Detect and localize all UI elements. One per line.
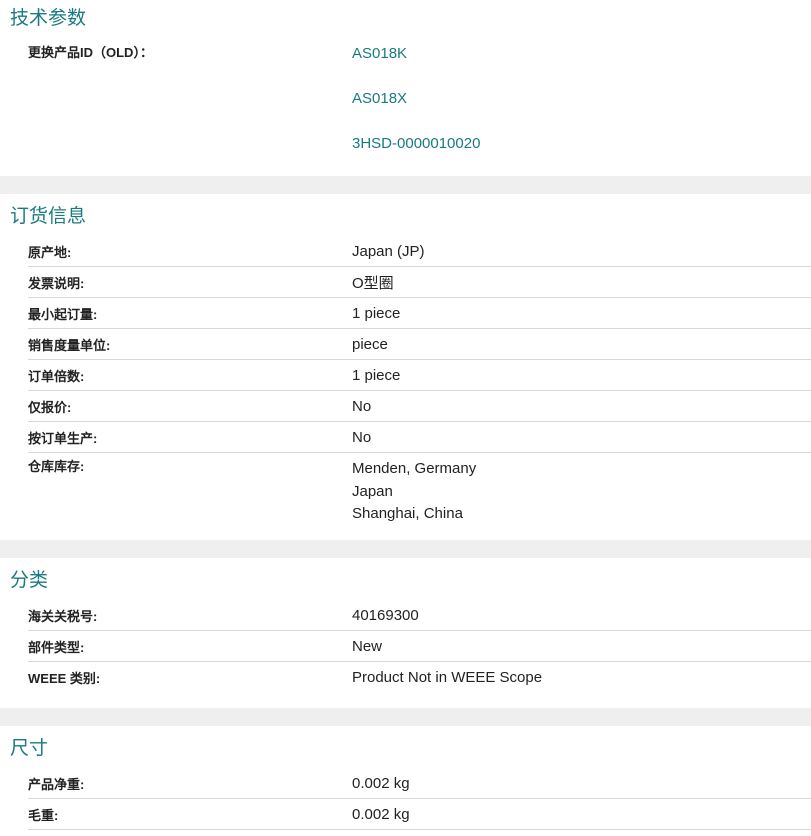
info-row-label: 部件类型:	[28, 639, 85, 655]
info-row: 订单倍数: 1 piece	[28, 360, 811, 391]
info-row-value: 0.002 kg	[352, 805, 410, 823]
info-row-label: 原产地:	[28, 244, 72, 260]
ordering-section-title: 订货信息	[10, 206, 87, 227]
dimensions-section: 尺寸 产品净重: 0.002 kg 毛重: 0.002 kg	[0, 726, 811, 836]
info-row-label: 销售度量单位:	[28, 337, 111, 353]
info-row-value: O型圈	[352, 274, 394, 292]
info-row-value: Japan (JP)	[352, 242, 425, 260]
info-row-label: 海关关税号:	[28, 608, 98, 624]
info-row: 销售度量单位: piece	[28, 329, 811, 360]
classification-section: 分类 海关关税号: 40169300 部件类型: New WEEE 类别: Product…	[0, 558, 811, 708]
info-row-value: No	[352, 428, 372, 446]
info-row-label: 按订单生产:	[28, 430, 98, 446]
info-row: 发票说明: O型圈	[28, 267, 811, 298]
info-row: 产品净重: 0.002 kg	[28, 768, 811, 799]
info-row: 毛重: 0.002 kg	[28, 799, 811, 830]
info-row-value: No	[352, 397, 372, 415]
replaced-product-link-3[interactable]: 3HSD-0000010020	[352, 135, 480, 153]
warehouse-location-3: Shanghai, China	[352, 505, 463, 522]
info-row-label: 发票说明:	[28, 275, 85, 291]
warehouse-label: 仓库库存:	[28, 459, 85, 474]
ordering-section: 订货信息 原产地: Japan (JP) 发票说明: O型圈最小起订量: 1 piece…	[0, 194, 811, 540]
replaced-product-link-2[interactable]: AS018X	[352, 90, 480, 108]
section-divider	[0, 176, 811, 194]
info-row: 仅报价: No	[28, 391, 811, 422]
replaced-product-row: 更换产品ID（OLD）： AS018K AS018X 3HSD-00000100…	[28, 45, 811, 153]
warehouse-location-2: Japan	[352, 482, 393, 500]
info-row: 部件类型: New	[28, 631, 811, 662]
info-row: 海关关税号: 40169300	[28, 600, 811, 631]
technical-section: 技术参数 更换产品ID（OLD）： AS018K AS018X 3HSD-000…	[0, 0, 811, 176]
info-row: 最小起订量: 1 piece	[28, 298, 811, 329]
info-row-value: piece	[352, 335, 388, 353]
info-row-value: New	[352, 637, 383, 655]
info-row-label: WEEE 类别:	[28, 670, 101, 686]
replaced-product-link-1[interactable]: AS018K	[352, 45, 480, 63]
technical-section-title: 技术参数	[10, 8, 87, 29]
info-row-value: 1 piece	[352, 366, 401, 384]
info-row: 按订单生产: No	[28, 422, 811, 453]
replaced-product-values: AS018K AS018X 3HSD-0000010020	[352, 45, 480, 153]
info-row: 原产地: Japan (JP)	[28, 236, 811, 267]
classification-section-title: 分类	[10, 570, 49, 591]
warehouse-row: 仓库库存: Menden, Germany Japan Shanghai, Ch…	[28, 453, 811, 526]
section-divider	[0, 708, 811, 726]
replaced-product-label: 更换产品ID（OLD）：	[28, 45, 153, 60]
info-row-label: 订单倍数:	[28, 368, 85, 384]
info-row-label: 仅报价:	[28, 399, 72, 415]
warehouse-values: Menden, Germany Japan Shanghai, China	[352, 458, 476, 526]
info-row-label: 产品净重:	[28, 776, 85, 792]
info-row-value: 1 piece	[352, 304, 401, 322]
info-row-value: 40169300	[352, 606, 419, 624]
section-divider	[0, 540, 811, 558]
dimensions-rows: 产品净重: 0.002 kg 毛重: 0.002 kg	[0, 768, 811, 830]
warehouse-location-1: Menden, Germany	[352, 460, 477, 477]
info-row: WEEE 类别: Product Not in WEEE Scope	[28, 662, 811, 692]
ordering-rows: 原产地: Japan (JP) 发票说明: O型圈最小起订量: 1 piece 销售度量单…	[0, 236, 811, 453]
info-row-label: 最小起订量:	[28, 306, 98, 322]
info-row-value: Product Not in WEEE Scope	[352, 668, 543, 686]
info-row-label: 毛重:	[28, 807, 59, 823]
info-row-value: 0.002 kg	[352, 774, 410, 792]
classification-rows: 海关关税号: 40169300 部件类型: New WEEE 类别: Product No…	[0, 600, 811, 692]
dimensions-section-title: 尺寸	[10, 738, 49, 759]
